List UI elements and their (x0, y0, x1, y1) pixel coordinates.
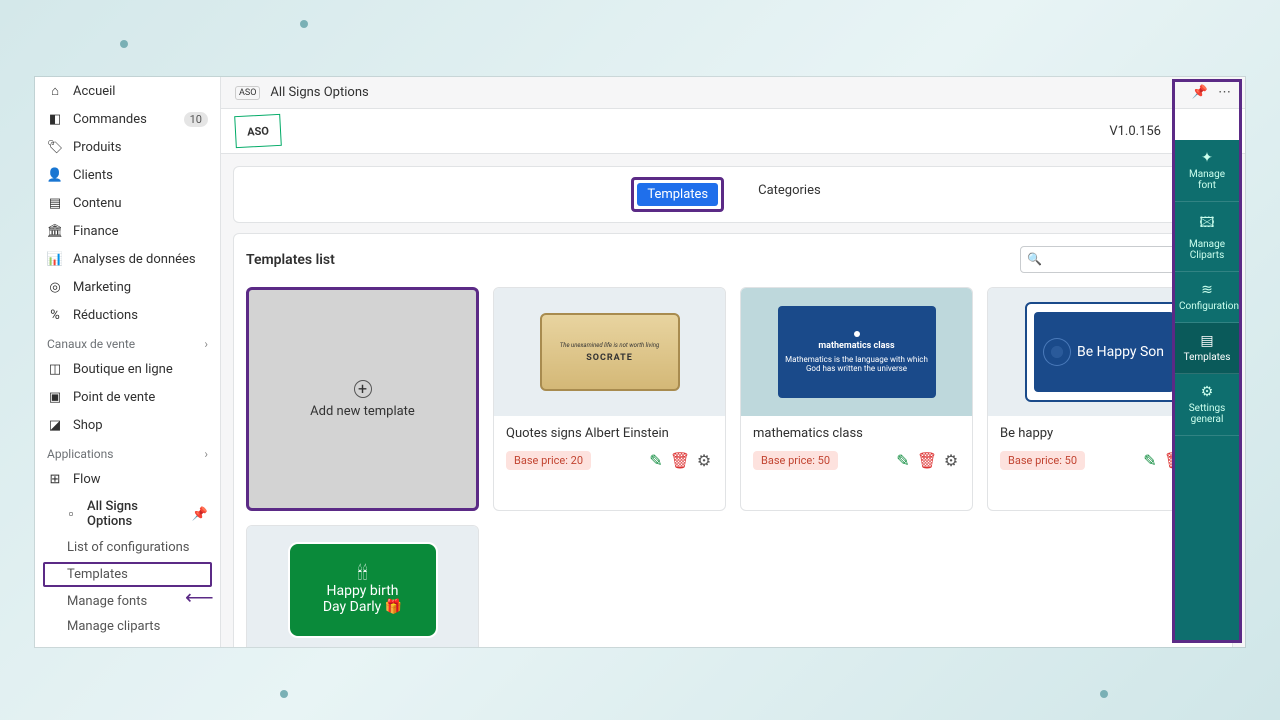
template-title: Quotes signs Albert Einstein (506, 426, 713, 441)
nav-content[interactable]: ▤Contenu (35, 189, 220, 217)
search-icon: 🔍 (1027, 252, 1042, 266)
sidebar: ⌂Accueil ◧Commandes10 🏷Produits 👤Clients… (35, 77, 221, 647)
brand-logo: ASO (234, 114, 282, 148)
page-title: All Signs Options (270, 85, 368, 100)
sub-templates[interactable]: Templates (43, 562, 212, 587)
app-badge-icon: ASO (235, 86, 260, 100)
template-title: mathematics class (753, 426, 960, 441)
chevron-right-icon[interactable]: › (204, 447, 208, 461)
orders-badge: 10 (184, 112, 208, 127)
nav-home[interactable]: ⌂Accueil (35, 77, 220, 105)
channel-online[interactable]: ◫Boutique en ligne (35, 355, 220, 383)
panel-title: Templates list (246, 252, 335, 268)
inbox-icon: ◧ (47, 111, 63, 127)
tag-icon: 🏷 (47, 139, 63, 155)
nav-marketing[interactable]: ◎Marketing (35, 273, 220, 301)
nav-orders[interactable]: ◧Commandes10 (35, 105, 220, 133)
main-area: ASO All Signs Options 📌 ⋯ ASO V1.0.156 T… (221, 77, 1245, 647)
sub-configurations[interactable]: List of configurations (35, 535, 220, 560)
sub-manage-fonts[interactable]: Manage fonts (35, 589, 220, 614)
brand-bar: ASO V1.0.156 (221, 109, 1245, 154)
store-icon: ◫ (47, 361, 63, 377)
template-thumb: mathematics classMathematics is the lang… (741, 288, 972, 416)
plus-icon: + (354, 380, 372, 398)
clipart-icon: 🖾 (1179, 212, 1235, 236)
section-apps: Applications› (35, 439, 220, 465)
nav-products[interactable]: 🏷Produits (35, 133, 220, 161)
templates-icon: ▤ (1179, 333, 1235, 349)
edit-icon[interactable]: ✎ (647, 452, 665, 470)
price-badge: Base price: 20 (506, 451, 591, 470)
chart-icon: 📊 (47, 251, 63, 267)
add-template-card[interactable]: + Add new template (246, 287, 479, 511)
nav-analytics[interactable]: 📊Analyses de données (35, 245, 220, 273)
nav-finance[interactable]: 🏛Finance (35, 217, 220, 245)
app-icon: ▫ (63, 506, 79, 522)
tab-categories[interactable]: Categories (744, 177, 835, 212)
gear-icon: ⚙ (1179, 384, 1235, 400)
rail-manage-cliparts[interactable]: 🖾Manage Cliparts (1175, 202, 1239, 272)
price-badge: Base price: 50 (1000, 451, 1085, 470)
app-all-signs[interactable]: ▫All Signs Options📌 (35, 493, 220, 535)
trash-icon[interactable]: 🗑 (671, 452, 689, 470)
nav-customers[interactable]: 👤Clients (35, 161, 220, 189)
app-window: ⌂Accueil ◧Commandes10 🏷Produits 👤Clients… (35, 77, 1245, 647)
template-thumb: 🕯🕯Happy birthDay Darly 🎁 (247, 526, 478, 647)
template-card[interactable]: The unexamined life is not worth livingS… (493, 287, 726, 511)
pin-icon[interactable]: 📌 (192, 507, 208, 522)
sub-manage-cliparts[interactable]: Manage cliparts (35, 614, 220, 639)
pos-icon: ▣ (47, 389, 63, 405)
shop-icon: ◪ (47, 417, 63, 433)
edit-icon[interactable]: ✎ (1141, 452, 1159, 470)
sliders-icon: ≋ (1179, 282, 1235, 298)
user-icon: 👤 (47, 167, 63, 183)
nav-settings[interactable]: ⚙Paramètres (35, 645, 220, 647)
gear-icon[interactable]: ⚙ (942, 452, 960, 470)
price-badge: Base price: 50 (753, 451, 838, 470)
template-card[interactable]: mathematics classMathematics is the lang… (740, 287, 973, 511)
chevron-right-icon[interactable]: › (204, 337, 208, 351)
rail-manage-font[interactable]: ✦Manage font (1175, 140, 1239, 202)
topbar: ASO All Signs Options 📌 ⋯ (221, 77, 1245, 109)
bank-icon: 🏛 (47, 223, 63, 239)
content-icon: ▤ (47, 195, 63, 211)
edit-icon[interactable]: ✎ (894, 452, 912, 470)
right-rail: ✦Manage font 🖾Manage Cliparts ≋Configura… (1172, 79, 1242, 643)
templates-panel: Templates list 🔍 + Add new template The … (233, 233, 1233, 647)
content: Templates Categories Templates list 🔍 + … (221, 154, 1245, 647)
template-thumb: The unexamined life is not worth livingS… (494, 288, 725, 416)
tab-row: Templates Categories (233, 166, 1233, 223)
app-flow[interactable]: ⊞Flow (35, 465, 220, 493)
percent-icon: % (47, 307, 63, 323)
gear-icon[interactable]: ⚙ (695, 452, 713, 470)
nav-discounts[interactable]: %Réductions (35, 301, 220, 329)
target-icon: ◎ (47, 279, 63, 295)
rail-templates[interactable]: ▤Templates (1175, 323, 1239, 374)
tab-templates[interactable]: Templates (631, 177, 724, 212)
section-channels: Canaux de vente› (35, 329, 220, 355)
home-icon: ⌂ (47, 83, 63, 99)
rail-settings[interactable]: ⚙Settings general (1175, 374, 1239, 436)
rail-configuration[interactable]: ≋Configuration (1175, 272, 1239, 323)
trash-icon[interactable]: 🗑 (918, 452, 936, 470)
channel-pos[interactable]: ▣Point de vente (35, 383, 220, 411)
font-icon: ✦ (1179, 150, 1235, 166)
channel-shop[interactable]: ◪Shop (35, 411, 220, 439)
flow-icon: ⊞ (47, 471, 63, 487)
template-card[interactable]: 🕯🕯Happy birthDay Darly 🎁 (246, 525, 479, 647)
templates-grid: + Add new template The unexamined life i… (246, 287, 1220, 647)
